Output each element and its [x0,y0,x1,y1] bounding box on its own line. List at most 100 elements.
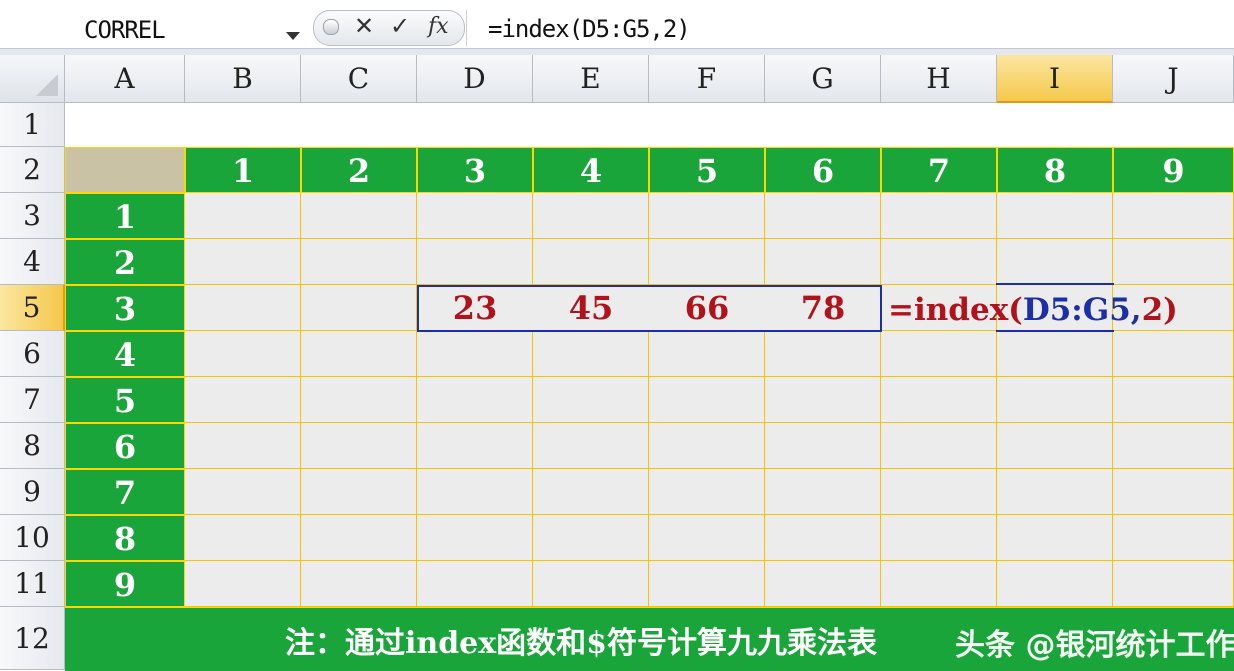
header-number-8[interactable]: 8 [997,147,1113,193]
row-header-9[interactable]: 9 [0,469,65,515]
cell-C7[interactable] [301,377,417,423]
cell-G8[interactable] [765,423,881,469]
row-number-6[interactable]: 6 [65,423,185,469]
row-header-10[interactable]: 10 [0,515,65,561]
row-header-7[interactable]: 7 [0,377,65,423]
row-header-2[interactable]: 2 [0,147,65,193]
cell-E11[interactable] [533,561,649,607]
cell-D5[interactable]: 23 [417,285,533,331]
cell-H11[interactable] [881,561,997,607]
row-header-5[interactable]: 5 [0,285,65,331]
cell-D4[interactable] [417,239,533,285]
cell-H7[interactable] [881,377,997,423]
row-number-7[interactable]: 7 [65,469,185,515]
cell-F10[interactable] [649,515,765,561]
cell-E7[interactable] [533,377,649,423]
row-header-8[interactable]: 8 [0,423,65,469]
row-number-5[interactable]: 5 [65,377,185,423]
header-number-7[interactable]: 7 [881,147,997,193]
cell-F7[interactable] [649,377,765,423]
enter-icon[interactable]: ✓ [390,12,410,40]
cell-I8[interactable] [997,423,1113,469]
cell-G4[interactable] [765,239,881,285]
cell-C4[interactable] [301,239,417,285]
cell-D3[interactable] [417,193,533,239]
cell-G7[interactable] [765,377,881,423]
cell-C8[interactable] [301,423,417,469]
cell-E4[interactable] [533,239,649,285]
cell-H6[interactable] [881,331,997,377]
cell-G10[interactable] [765,515,881,561]
cell-J3[interactable] [1113,193,1234,239]
cell-J9[interactable] [1113,469,1234,515]
cell-F6[interactable] [649,331,765,377]
cell-E6[interactable] [533,331,649,377]
cell-I7[interactable] [997,377,1113,423]
cell-D10[interactable] [417,515,533,561]
resize-handle-icon[interactable] [323,19,339,35]
cell-I6[interactable] [997,331,1113,377]
column-header-I[interactable]: I [997,55,1113,103]
cell-C11[interactable] [301,561,417,607]
cell-B7[interactable] [185,377,301,423]
name-box-dropdown-icon[interactable] [286,32,300,40]
cell-E5[interactable]: 45 [533,285,649,331]
cell-H5-formula[interactable]: =index(D5:G5,2) [888,292,1178,328]
formula-input[interactable]: =index(D5:G5,2) [466,10,1234,46]
cell-J7[interactable] [1113,377,1234,423]
name-box[interactable]: CORREL [0,8,306,48]
cell-D11[interactable] [417,561,533,607]
column-header-H[interactable]: H [881,55,997,103]
cell-J8[interactable] [1113,423,1234,469]
row-header-11[interactable]: 11 [0,561,65,607]
row-number-9[interactable]: 9 [65,561,185,607]
cell-J4[interactable] [1113,239,1234,285]
row-header-3[interactable]: 3 [0,193,65,239]
cell-C5[interactable] [301,285,417,331]
row-header-6[interactable]: 6 [0,331,65,377]
header-number-6[interactable]: 6 [765,147,881,193]
row-header-1[interactable]: 1 [0,103,65,147]
cell-H3[interactable] [881,193,997,239]
cell-J6[interactable] [1113,331,1234,377]
cell-C6[interactable] [301,331,417,377]
cell-J11[interactable] [1113,561,1234,607]
cell-H8[interactable] [881,423,997,469]
cell-J10[interactable] [1113,515,1234,561]
column-header-G[interactable]: G [765,55,881,103]
cell-B3[interactable] [185,193,301,239]
row-number-4[interactable]: 4 [65,331,185,377]
note-row[interactable]: 注：通过index函数和$符号计算九九乘法表 头条 @银河统计工作室 [65,607,1234,671]
cell-G3[interactable] [765,193,881,239]
cell-I10[interactable] [997,515,1113,561]
column-header-A[interactable]: A [65,55,185,103]
cell-I11[interactable] [997,561,1113,607]
cell-B10[interactable] [185,515,301,561]
header-number-4[interactable]: 4 [533,147,649,193]
header-number-9[interactable]: 9 [1113,147,1234,193]
cell-F5[interactable]: 66 [649,285,765,331]
cell-I4[interactable] [997,239,1113,285]
cell-F9[interactable] [649,469,765,515]
cell-B11[interactable] [185,561,301,607]
row-number-8[interactable]: 8 [65,515,185,561]
header-number-3[interactable]: 3 [417,147,533,193]
cell-D6[interactable] [417,331,533,377]
column-header-C[interactable]: C [301,55,417,103]
row-header-12[interactable]: 12 [0,607,65,670]
cell-C3[interactable] [301,193,417,239]
cell-I3[interactable] [997,193,1113,239]
cell-A2[interactable] [65,147,185,193]
select-all-button[interactable] [0,55,65,103]
cell-G6[interactable] [765,331,881,377]
cell-B9[interactable] [185,469,301,515]
row-number-3[interactable]: 3 [65,285,185,331]
cell-F11[interactable] [649,561,765,607]
cell-B8[interactable] [185,423,301,469]
insert-function-icon[interactable]: fx [428,14,449,39]
cell-C10[interactable] [301,515,417,561]
row-number-2[interactable]: 2 [65,239,185,285]
cell-F3[interactable] [649,193,765,239]
cell-E8[interactable] [533,423,649,469]
cell-C9[interactable] [301,469,417,515]
